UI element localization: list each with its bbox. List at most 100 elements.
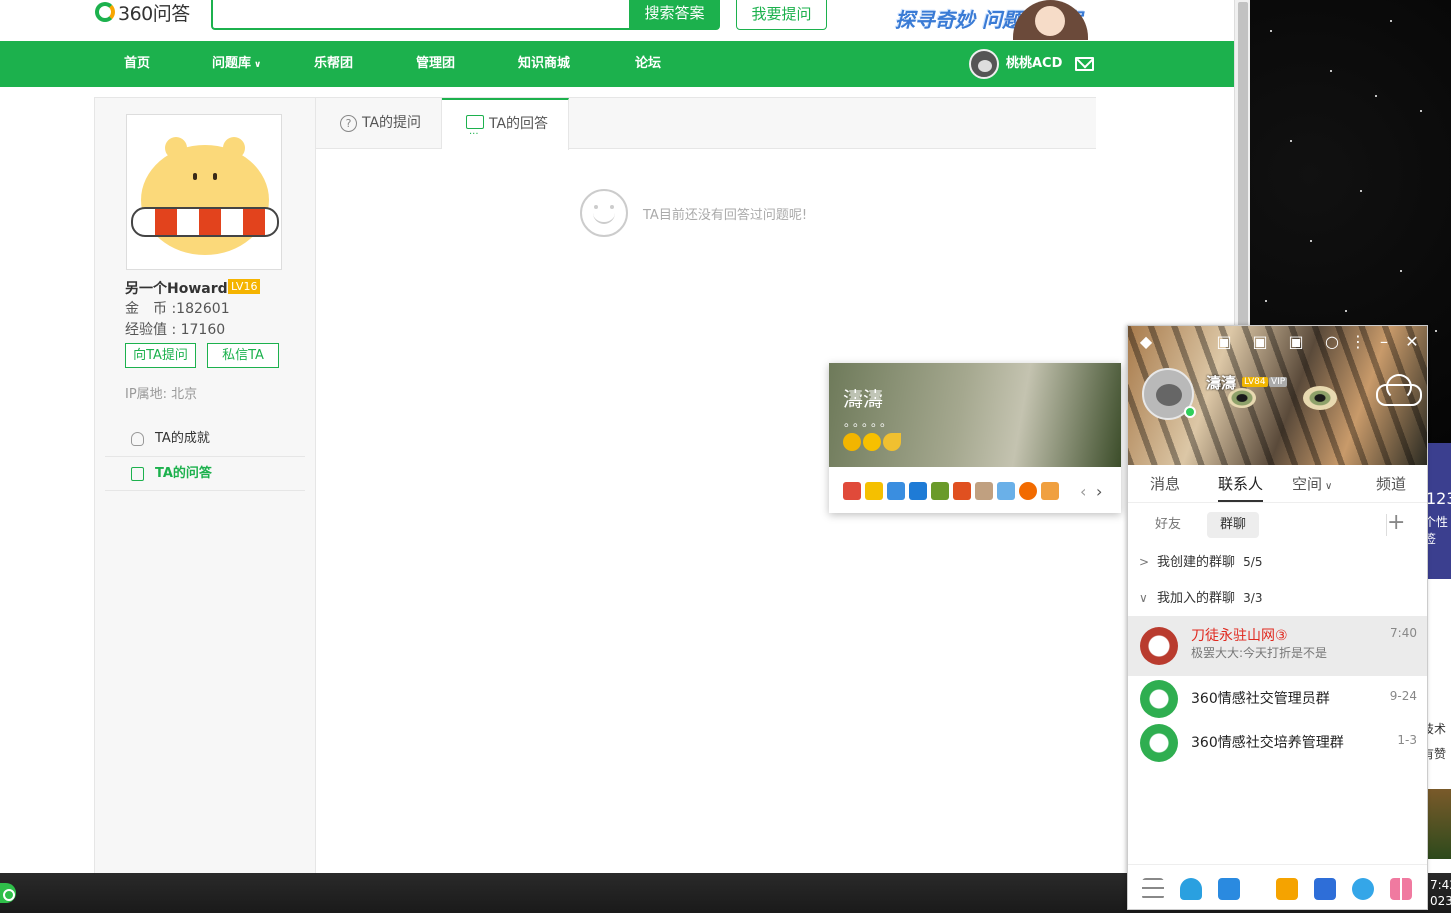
card-nickname: 濤濤: [843, 387, 883, 411]
nav-item-store[interactable]: 知识商城: [518, 41, 570, 87]
tab-channels[interactable]: 频道: [1376, 465, 1406, 503]
weather-icon[interactable]: [1374, 374, 1422, 406]
chat-name: 360情感社交培养管理群: [1191, 735, 1344, 751]
online-status-icon[interactable]: [1184, 406, 1196, 418]
search-icon[interactable]: ○: [1324, 334, 1340, 350]
bg-window-text: 123: [1426, 489, 1451, 508]
level-badges: [843, 433, 901, 451]
qq-nickname[interactable]: 濤濤: [1206, 372, 1236, 393]
ask-ta-button[interactable]: 向TA提问: [125, 343, 196, 368]
pet-icon[interactable]: [953, 482, 971, 500]
search-button[interactable]: 搜索答案: [629, 0, 720, 30]
start-icon[interactable]: [0, 883, 16, 903]
file-transfer-icon[interactable]: [1218, 878, 1240, 900]
cloud-icon[interactable]: [1352, 878, 1374, 900]
moon-icon: [883, 433, 901, 451]
more-icon[interactable]: ⋮: [1350, 334, 1366, 350]
add-icon[interactable]: +: [1387, 510, 1405, 535]
card-signature: 。。。。。: [844, 415, 896, 429]
skin-icon[interactable]: ▣: [1216, 334, 1232, 350]
bow-icon[interactable]: [1041, 482, 1059, 500]
add-friend-icon[interactable]: [1180, 878, 1202, 900]
clock-time: 7:42: [1430, 878, 1451, 892]
bg-window-image: [1424, 789, 1451, 859]
cow-icon[interactable]: [975, 482, 993, 500]
tab-label: TA的提问: [362, 115, 422, 131]
star-icon[interactable]: [865, 482, 883, 500]
chevron-down-icon: ∨: [254, 60, 262, 70]
chat-row[interactable]: 360情感社交培养管理群 1-3: [1128, 713, 1427, 773]
logo-icon: [95, 2, 115, 22]
mail-icon[interactable]: [997, 482, 1015, 500]
group-section-created[interactable]: > 我创建的群聊 5/5: [1128, 544, 1427, 580]
group-section-joined[interactable]: ∨ 我加入的群聊 3/3: [1128, 580, 1427, 616]
tab-answers[interactable]: TA的回答: [442, 98, 569, 159]
search-input[interactable]: [211, 0, 629, 30]
mail-icon[interactable]: [1075, 57, 1094, 71]
subtab-groups[interactable]: 群聊: [1207, 512, 1260, 538]
minimize-icon[interactable]: –: [1376, 334, 1392, 350]
tab-questions[interactable]: ? TA的提问: [316, 98, 442, 149]
menu-icon[interactable]: [1142, 878, 1164, 900]
nav-username[interactable]: 桃桃ACD: [1006, 41, 1062, 87]
music-icon[interactable]: [1019, 482, 1037, 500]
tab-label: TA的回答: [489, 116, 549, 132]
tab-space[interactable]: 空间 ∨: [1292, 465, 1332, 506]
group-section-label: 我创建的群聊: [1157, 555, 1236, 570]
taskbar-clock[interactable]: 7:42 023: [1430, 877, 1451, 909]
level-badge: LV16: [228, 279, 261, 294]
profile-avatar: [126, 114, 282, 270]
qq-icon[interactable]: [909, 482, 927, 500]
farm-icon[interactable]: [931, 482, 949, 500]
ask-question-button[interactable]: 我要提问: [736, 0, 827, 30]
question-doc-icon: [131, 467, 144, 481]
chevron-right-icon[interactable]: ›: [1096, 482, 1102, 501]
bell-icon[interactable]: ◆: [1138, 334, 1154, 350]
subtab-friends[interactable]: 好友: [1142, 512, 1194, 538]
sidebar-item-achievements[interactable]: TA的成就: [105, 422, 305, 457]
nav-item-forum[interactable]: 论坛: [635, 41, 661, 87]
nav-item-question-bank[interactable]: 问题库 ∨: [212, 41, 261, 87]
vip-badge: VIP: [1269, 377, 1288, 387]
user-avatar[interactable]: [969, 49, 999, 79]
gift-icon[interactable]: [843, 482, 861, 500]
main-nav: 首页 问题库 ∨ 乐帮团 管理团 知识商城 论坛 桃桃ACD: [0, 41, 1234, 87]
tab-messages[interactable]: 消息: [1150, 465, 1180, 503]
game-icon[interactable]: [1276, 878, 1298, 900]
header-banner[interactable]: 探寻奇妙 问题的答案: [895, 0, 1095, 40]
profile-sidebar: 另一个Howard LV16 金 币 :182601 经验值 : 17160 向…: [95, 98, 316, 873]
sidebar-item-qa[interactable]: TA的问答: [105, 456, 305, 491]
comment-icon: [466, 111, 484, 159]
chevron-left-icon[interactable]: ‹: [1080, 482, 1086, 501]
nav-item-admin-team[interactable]: 管理团: [416, 41, 455, 87]
group-section-count: 5/5: [1243, 555, 1263, 569]
ip-location: IP属地: 北京: [125, 387, 198, 402]
chat-time: 9-24: [1389, 689, 1417, 703]
nav-item-label: 问题库: [212, 56, 252, 71]
app-icon[interactable]: [887, 482, 905, 500]
chat-row[interactable]: 刀徒永驻山网③ 极罢大大:今天打折是不是 7:40: [1128, 616, 1427, 676]
mall-icon[interactable]: ▣: [1288, 334, 1304, 350]
site-logo[interactable]: 360问答: [95, 0, 190, 25]
lightning-app-icon[interactable]: [1314, 878, 1336, 900]
question-icon: ?: [340, 115, 357, 132]
qq-panel: ◆ ▣ ▣ ▣ ○ ⋮ – ✕ 濤濤 LV84 VIP 消息 联系人 空间 ∨ 频…: [1127, 325, 1428, 910]
nav-item-help-team[interactable]: 乐帮团: [314, 41, 353, 87]
qq-header: ◆ ▣ ▣ ▣ ○ ⋮ – ✕ 濤濤 LV84 VIP: [1128, 326, 1427, 465]
sidebar-item-label: TA的成就: [155, 431, 210, 446]
sidebar-item-label: TA的问答: [155, 466, 212, 481]
sun-icon: [863, 433, 881, 451]
contact-card-popup: 濤濤 。。。。。 ‹ ›: [829, 363, 1121, 513]
shirt-icon[interactable]: ▣: [1252, 334, 1268, 350]
medal-icon: [131, 432, 144, 446]
tab-contacts[interactable]: 联系人: [1218, 465, 1264, 502]
clock-date: 023: [1430, 894, 1451, 908]
service-icons: [843, 482, 1059, 500]
nav-item-home[interactable]: 首页: [124, 41, 150, 87]
apps-grid-icon[interactable]: [1390, 878, 1412, 900]
cover-image: [1303, 386, 1337, 410]
profile-name: 另一个Howard: [125, 281, 228, 297]
close-icon[interactable]: ✕: [1404, 334, 1420, 350]
contact-subtabs: 好友 群聊 +: [1128, 504, 1427, 548]
message-ta-button[interactable]: 私信TA: [207, 343, 279, 368]
